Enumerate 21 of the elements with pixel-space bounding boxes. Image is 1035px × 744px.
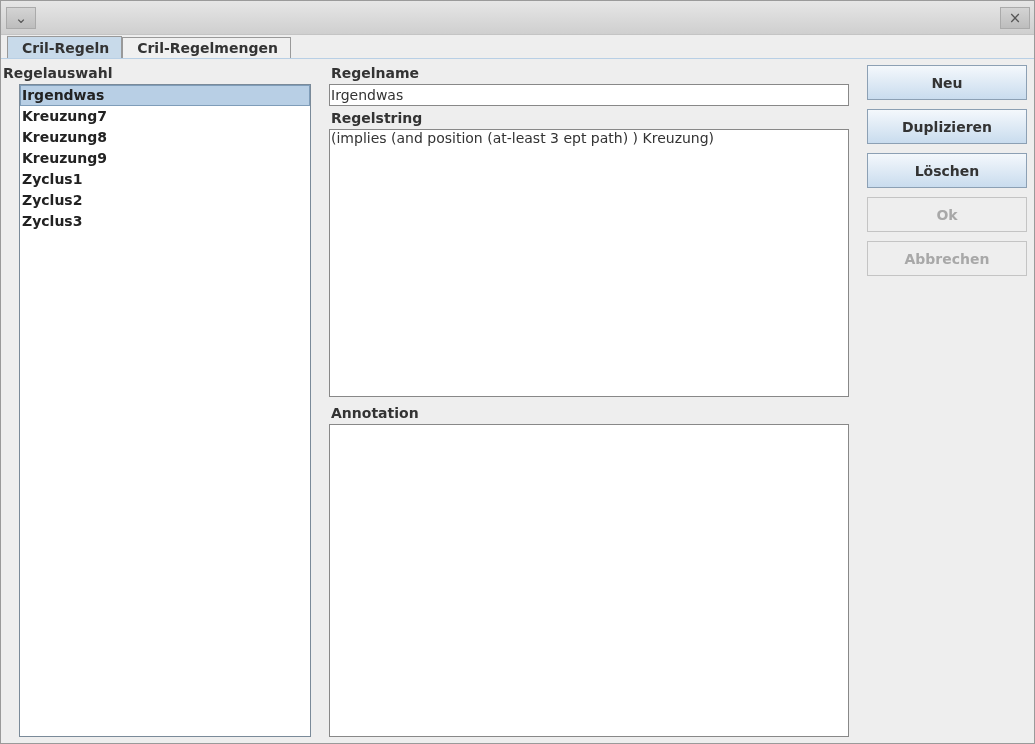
- input-field[interactable]: Irgendwas: [329, 84, 849, 106]
- tab[interactable]: Cril-Regelmengen: [122, 37, 291, 58]
- window-menu-button[interactable]: ⌄: [6, 6, 36, 29]
- action-button[interactable]: Neu: [867, 65, 1027, 100]
- list-label: Regelauswahl: [2, 64, 114, 83]
- list-item[interactable]: Zyclus2: [20, 190, 310, 211]
- list-item[interactable]: Kreuzung7: [20, 106, 310, 127]
- text-area[interactable]: [329, 424, 849, 737]
- action-button[interactable]: Löschen: [867, 153, 1027, 188]
- list-item[interactable]: Kreuzung9: [20, 148, 310, 169]
- list-item[interactable]: Kreuzung8: [20, 127, 310, 148]
- list-item[interactable]: Irgendwas: [20, 85, 310, 106]
- text-area[interactable]: (implies (and position (at-least 3 ept path) ) Kreuzung): [329, 129, 849, 397]
- list-item[interactable]: Zyclus1: [20, 169, 310, 190]
- tab[interactable]: Cril-Regeln: [7, 36, 123, 58]
- action-button[interactable]: Duplizieren: [867, 109, 1027, 144]
- close-button[interactable]: ×: [1000, 6, 1030, 29]
- field-label: Regelname: [330, 64, 421, 83]
- list-item[interactable]: Zyclus3: [20, 211, 310, 232]
- field-label: Annotation: [330, 404, 420, 423]
- field-label: Regelstring: [330, 109, 424, 128]
